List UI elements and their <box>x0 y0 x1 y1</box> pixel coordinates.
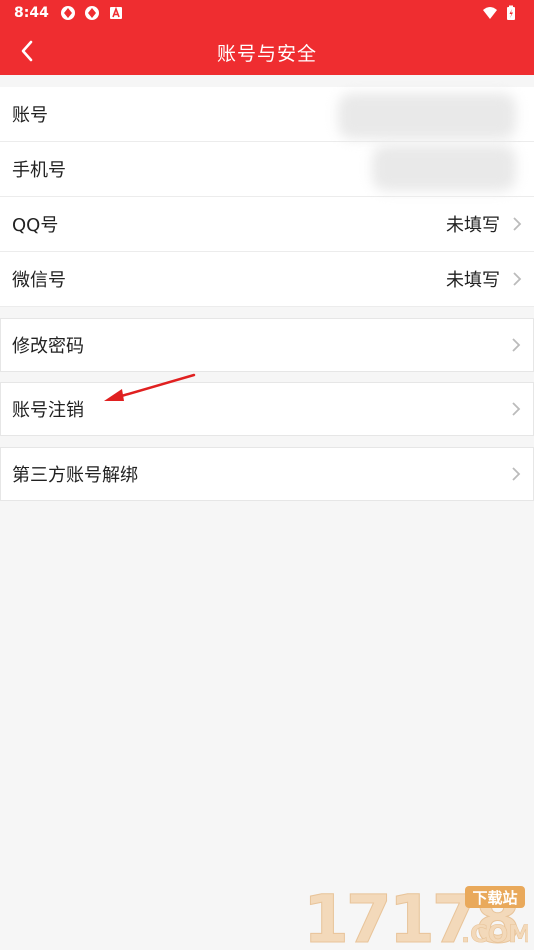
app-notification-icon <box>61 6 75 20</box>
redaction-blur <box>372 145 516 191</box>
change-password-item[interactable]: 修改密码 <box>0 318 534 372</box>
cancel-account-label: 账号注销 <box>12 400 84 421</box>
account-label: 账号 <box>12 105 48 126</box>
wifi-icon <box>483 7 497 19</box>
wechat-row[interactable]: 微信号 未填写 <box>0 252 534 307</box>
page-title: 账号与安全 <box>216 43 317 65</box>
watermark-logo: 17178 下载站 .COM <box>303 884 528 946</box>
title-bar: 账号与安全 <box>0 28 534 75</box>
battery-icon <box>507 5 515 20</box>
chevron-right-icon <box>512 402 521 416</box>
chevron-right-icon <box>512 467 521 481</box>
qq-row[interactable]: QQ号 未填写 <box>0 197 534 252</box>
chevron-right-icon <box>513 272 522 286</box>
account-info-group: 账号 手机号 QQ号 未填写 微信号 未填写 <box>0 87 534 307</box>
cancel-account-item[interactable]: 账号注销 <box>0 382 534 436</box>
phone-label: 手机号 <box>12 160 66 181</box>
chevron-right-icon <box>512 338 521 352</box>
unbind-third-party-label: 第三方账号解绑 <box>12 465 138 486</box>
qq-value: 未填写 <box>446 215 500 236</box>
annotation-arrow-icon <box>104 373 196 401</box>
app-notification-icon <box>85 6 99 20</box>
redaction-blur <box>338 93 516 139</box>
qq-label: QQ号 <box>12 215 59 236</box>
status-bar: 8:44 <box>0 0 534 28</box>
unbind-third-party-item[interactable]: 第三方账号解绑 <box>0 447 534 501</box>
status-time: 8:44 <box>14 5 49 21</box>
wechat-label: 微信号 <box>12 270 66 291</box>
wechat-value: 未填写 <box>446 270 500 291</box>
watermark-suffix: .COM <box>461 920 528 946</box>
watermark-tag: 下载站 <box>472 889 517 907</box>
change-password-label: 修改密码 <box>12 336 84 357</box>
a-notification-icon <box>110 6 122 19</box>
chevron-right-icon <box>513 217 522 231</box>
app-header: 8:44 账号与安全 <box>0 0 534 75</box>
